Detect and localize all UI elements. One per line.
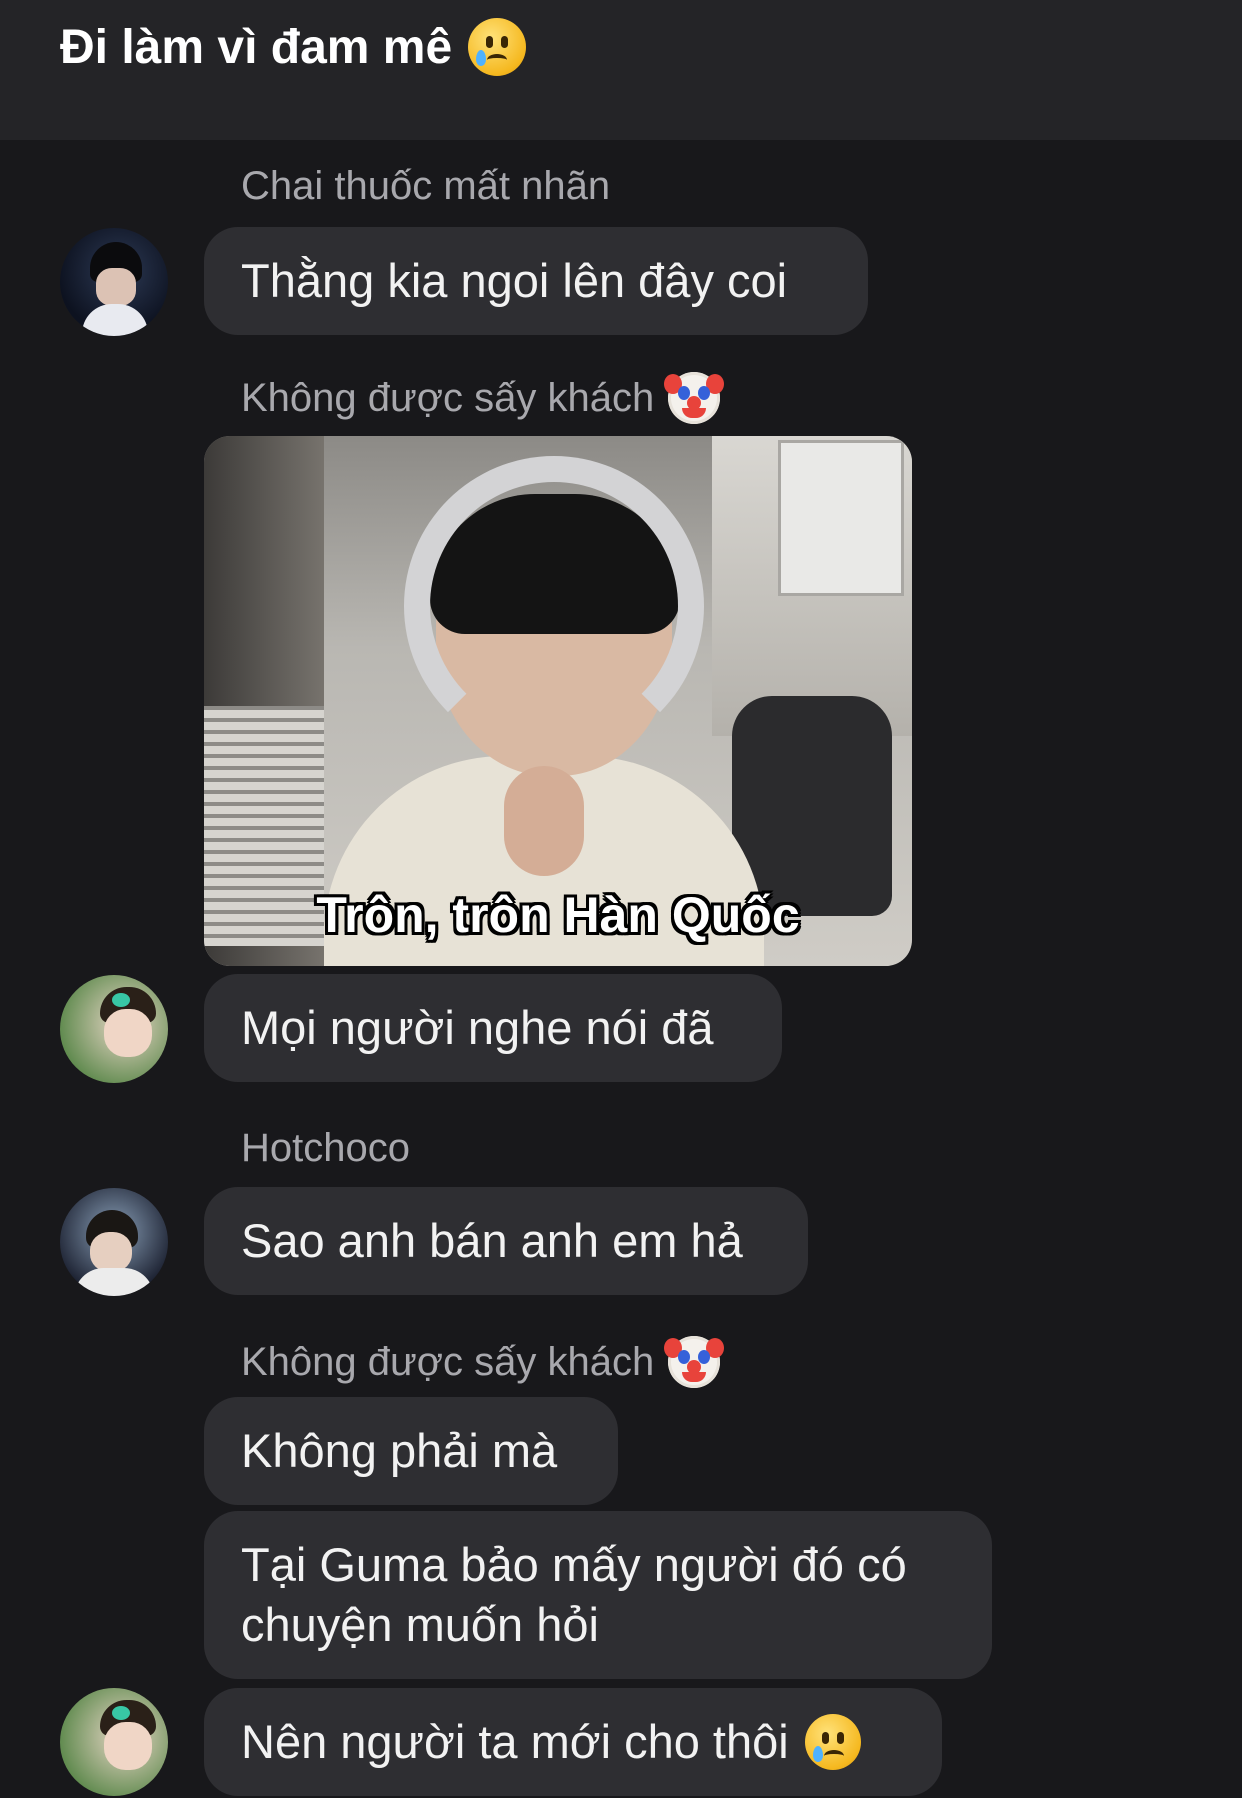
avatar[interactable] — [60, 1688, 168, 1796]
image-caption: Trôn, trôn Hàn Quốc — [316, 887, 800, 943]
sender-name: Hotchoco — [241, 1126, 410, 1170]
chat-title-text: Đi làm vì đam mê — [60, 20, 453, 74]
meme-image[interactable]: Trôn, trôn Hàn Quốc — [204, 436, 912, 966]
clown-face-icon — [664, 372, 725, 424]
avatar[interactable] — [60, 975, 168, 1083]
sender-name: Không được sấy khách — [241, 372, 725, 424]
message-bubble[interactable]: Mọi người nghe nói đã — [204, 974, 782, 1082]
message-bubble[interactable]: Không phải mà — [204, 1397, 618, 1505]
sender-name: Chai thuốc mất nhãn — [241, 164, 611, 208]
crying-face-icon — [468, 18, 527, 76]
chat-title[interactable]: Đi làm vì đam mê — [60, 18, 527, 76]
message-bubble[interactable]: Thằng kia ngoi lên đây coi — [204, 227, 868, 335]
avatar[interactable] — [60, 1188, 168, 1296]
message-bubble[interactable]: Sao anh bán anh em hả — [204, 1187, 808, 1295]
chat-header: Đi làm vì đam mê — [0, 0, 1242, 140]
clown-face-icon — [664, 1336, 725, 1388]
avatar[interactable] — [60, 228, 168, 336]
crying-face-icon — [804, 1714, 861, 1770]
sender-name: Không được sấy khách — [241, 1336, 725, 1388]
message-bubble[interactable]: Tại Guma bảo mấy người đó có chuyện muốn… — [204, 1511, 992, 1679]
message-bubble[interactable]: Nên người ta mới cho thôi — [204, 1688, 942, 1796]
